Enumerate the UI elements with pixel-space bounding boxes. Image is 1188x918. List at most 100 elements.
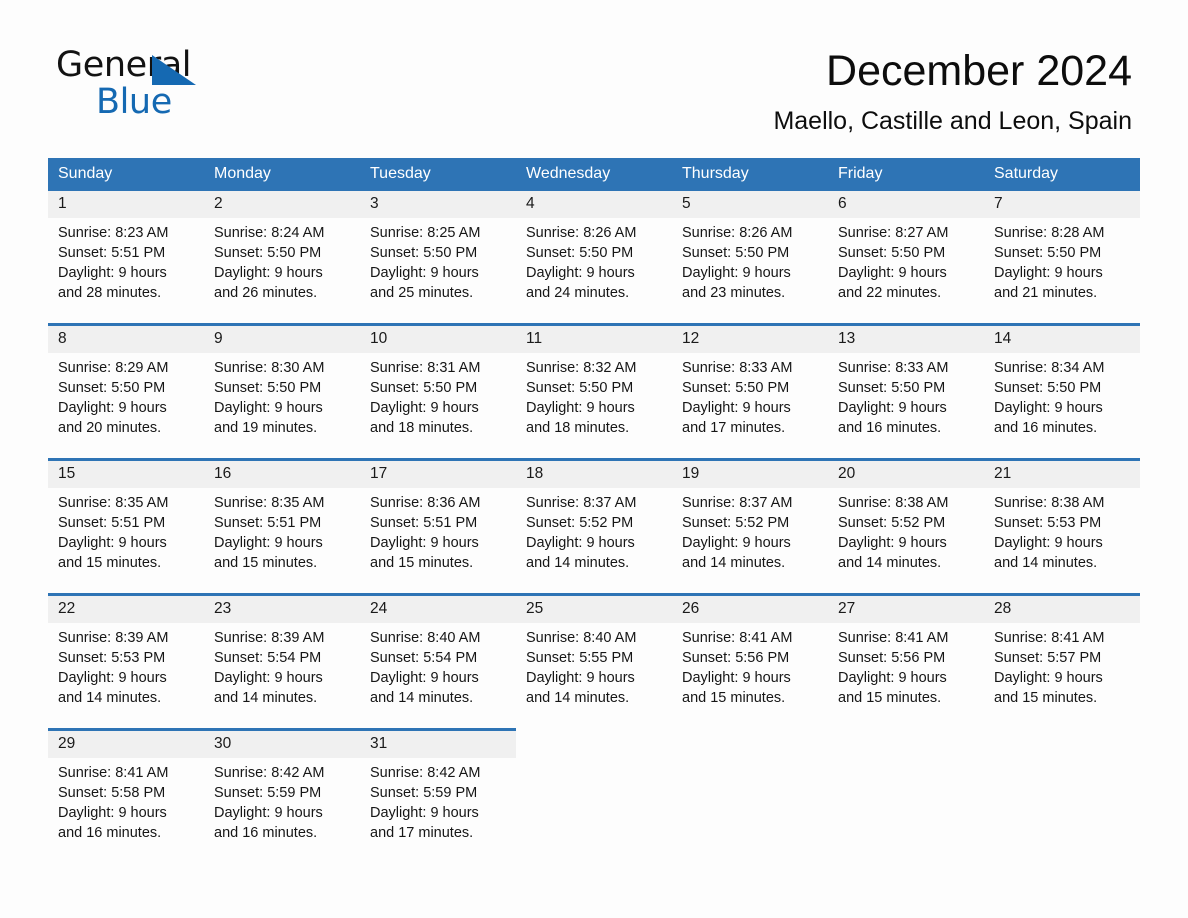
- daylight-text-line2: and 26 minutes.: [214, 285, 318, 301]
- day-number-cell[interactable]: 8: [48, 323, 204, 353]
- weekday-header-sunday: Sunday: [48, 158, 204, 191]
- daylight-text-line1: Daylight: 9 hours: [214, 400, 323, 416]
- day-number-cell[interactable]: 10: [360, 323, 516, 353]
- sunset-text: Sunset: 5:50 PM: [838, 245, 946, 261]
- day-number-cell[interactable]: 20: [828, 458, 984, 488]
- day-number-cell[interactable]: 17: [360, 458, 516, 488]
- day-number-cell[interactable]: 19: [672, 458, 828, 488]
- sunrise-text: Sunrise: 8:39 AM: [58, 630, 169, 646]
- daylight-text-line2: and 15 minutes.: [214, 555, 318, 571]
- day-number-cell[interactable]: 23: [204, 593, 360, 623]
- day-number-cell[interactable]: 2: [204, 191, 360, 218]
- daylight-text-line1: Daylight: 9 hours: [370, 400, 479, 416]
- daylight-text-line2: and 15 minutes.: [994, 690, 1098, 706]
- day-number-cell[interactable]: 14: [984, 323, 1140, 353]
- day-info-cell: Sunrise: 8:39 AM Sunset: 5:54 PM Daylight:…: [204, 623, 360, 730]
- daylight-text-line2: and 25 minutes.: [370, 285, 474, 301]
- day-info-cell-empty: [828, 758, 984, 863]
- daylight-text-line1: Daylight: 9 hours: [214, 805, 323, 821]
- sunrise-text: Sunrise: 8:38 AM: [838, 495, 949, 511]
- day-number-cell[interactable]: 26: [672, 593, 828, 623]
- day-info-cell: Sunrise: 8:37 AM Sunset: 5:52 PM Daylight:…: [516, 488, 672, 595]
- day-info-cell: Sunrise: 8:38 AM Sunset: 5:53 PM Daylight:…: [984, 488, 1140, 595]
- sunrise-text: Sunrise: 8:37 AM: [682, 495, 793, 511]
- daylight-text-line1: Daylight: 9 hours: [214, 670, 323, 686]
- day-number-cell[interactable]: 16: [204, 458, 360, 488]
- daylight-text-line1: Daylight: 9 hours: [370, 535, 479, 551]
- day-number-cell[interactable]: 1: [48, 191, 204, 218]
- day-number-cell[interactable]: 12: [672, 323, 828, 353]
- day-number-cell[interactable]: 7: [984, 191, 1140, 218]
- day-number-cell[interactable]: 29: [48, 728, 204, 758]
- calendar-week-info-row: Sunrise: 8:39 AM Sunset: 5:53 PM Daylight:…: [48, 623, 1140, 730]
- day-number-cell[interactable]: 3: [360, 191, 516, 218]
- day-number-cell[interactable]: 4: [516, 191, 672, 218]
- day-info-cell: Sunrise: 8:40 AM Sunset: 5:54 PM Daylight:…: [360, 623, 516, 730]
- sunrise-text: Sunrise: 8:24 AM: [214, 225, 325, 241]
- sunset-text: Sunset: 5:54 PM: [214, 650, 322, 666]
- calendar-week-number-row: 29 30 31: [48, 728, 1140, 758]
- daylight-text-line1: Daylight: 9 hours: [994, 670, 1103, 686]
- daylight-text-line1: Daylight: 9 hours: [526, 670, 635, 686]
- daylight-text-line2: and 21 minutes.: [994, 285, 1098, 301]
- day-number-cell[interactable]: 31: [360, 728, 516, 758]
- sunset-text: Sunset: 5:50 PM: [370, 380, 478, 396]
- day-info-cell: Sunrise: 8:31 AM Sunset: 5:50 PM Daylight:…: [360, 353, 516, 460]
- day-cell-empty: [828, 729, 984, 758]
- daylight-text-line2: and 17 minutes.: [370, 825, 474, 841]
- sunset-text: Sunset: 5:52 PM: [526, 515, 634, 531]
- day-number-cell[interactable]: 13: [828, 323, 984, 353]
- sunrise-text: Sunrise: 8:41 AM: [994, 630, 1105, 646]
- daylight-text-line1: Daylight: 9 hours: [370, 265, 479, 281]
- calendar-page: General Blue December 2024 Maello, Casti…: [0, 0, 1188, 918]
- day-number-cell[interactable]: 22: [48, 593, 204, 623]
- sunset-text: Sunset: 5:51 PM: [58, 245, 166, 261]
- daylight-text-line1: Daylight: 9 hours: [58, 805, 167, 821]
- daylight-text-line1: Daylight: 9 hours: [838, 265, 947, 281]
- day-info-cell: Sunrise: 8:26 AM Sunset: 5:50 PM Daylight:…: [672, 218, 828, 325]
- day-info-cell: Sunrise: 8:24 AM Sunset: 5:50 PM Daylight:…: [204, 218, 360, 325]
- sunrise-text: Sunrise: 8:35 AM: [214, 495, 325, 511]
- day-info-cell-empty: [984, 758, 1140, 863]
- sunset-text: Sunset: 5:58 PM: [58, 785, 166, 801]
- weekday-header-saturday: Saturday: [984, 158, 1140, 191]
- calendar-week-number-row: 15 16 17 18 19 20 21: [48, 458, 1140, 488]
- daylight-text-line2: and 14 minutes.: [214, 690, 318, 706]
- sunrise-text: Sunrise: 8:33 AM: [838, 360, 949, 376]
- day-number-cell[interactable]: 15: [48, 458, 204, 488]
- day-number-cell[interactable]: 28: [984, 593, 1140, 623]
- calendar-week-info-row: Sunrise: 8:29 AM Sunset: 5:50 PM Daylight:…: [48, 353, 1140, 460]
- day-number-cell[interactable]: 11: [516, 323, 672, 353]
- sunrise-text: Sunrise: 8:40 AM: [370, 630, 481, 646]
- day-number-cell[interactable]: 27: [828, 593, 984, 623]
- day-info-cell-empty: [672, 758, 828, 863]
- daylight-text-line1: Daylight: 9 hours: [838, 670, 947, 686]
- daylight-text-line1: Daylight: 9 hours: [526, 265, 635, 281]
- day-number-cell[interactable]: 24: [360, 593, 516, 623]
- day-number-cell[interactable]: 25: [516, 593, 672, 623]
- generalblue-logo[interactable]: General Blue: [56, 48, 316, 120]
- day-cell-empty: [516, 729, 672, 758]
- day-number-cell[interactable]: 6: [828, 191, 984, 218]
- daylight-text-line2: and 28 minutes.: [58, 285, 162, 301]
- calendar-header-row: Sunday Monday Tuesday Wednesday Thursday…: [48, 158, 1140, 191]
- day-number-cell[interactable]: 30: [204, 728, 360, 758]
- day-number-cell[interactable]: 21: [984, 458, 1140, 488]
- day-number-cell[interactable]: 18: [516, 458, 672, 488]
- daylight-text-line2: and 14 minutes.: [994, 555, 1098, 571]
- page-title: December 2024: [826, 47, 1132, 95]
- day-info-cell: Sunrise: 8:38 AM Sunset: 5:52 PM Daylight:…: [828, 488, 984, 595]
- daylight-text-line2: and 14 minutes.: [526, 690, 630, 706]
- sunset-text: Sunset: 5:59 PM: [214, 785, 322, 801]
- daylight-text-line1: Daylight: 9 hours: [994, 400, 1103, 416]
- daylight-text-line1: Daylight: 9 hours: [58, 670, 167, 686]
- day-number-cell[interactable]: 5: [672, 191, 828, 218]
- daylight-text-line2: and 22 minutes.: [838, 285, 942, 301]
- sunrise-text: Sunrise: 8:39 AM: [214, 630, 325, 646]
- daylight-text-line2: and 18 minutes.: [526, 420, 630, 436]
- day-number-cell[interactable]: 9: [204, 323, 360, 353]
- page-subtitle: Maello, Castille and Leon, Spain: [773, 107, 1132, 135]
- day-info-cell-empty: [516, 758, 672, 863]
- sunset-text: Sunset: 5:53 PM: [58, 650, 166, 666]
- day-info-cell: Sunrise: 8:33 AM Sunset: 5:50 PM Daylight:…: [672, 353, 828, 460]
